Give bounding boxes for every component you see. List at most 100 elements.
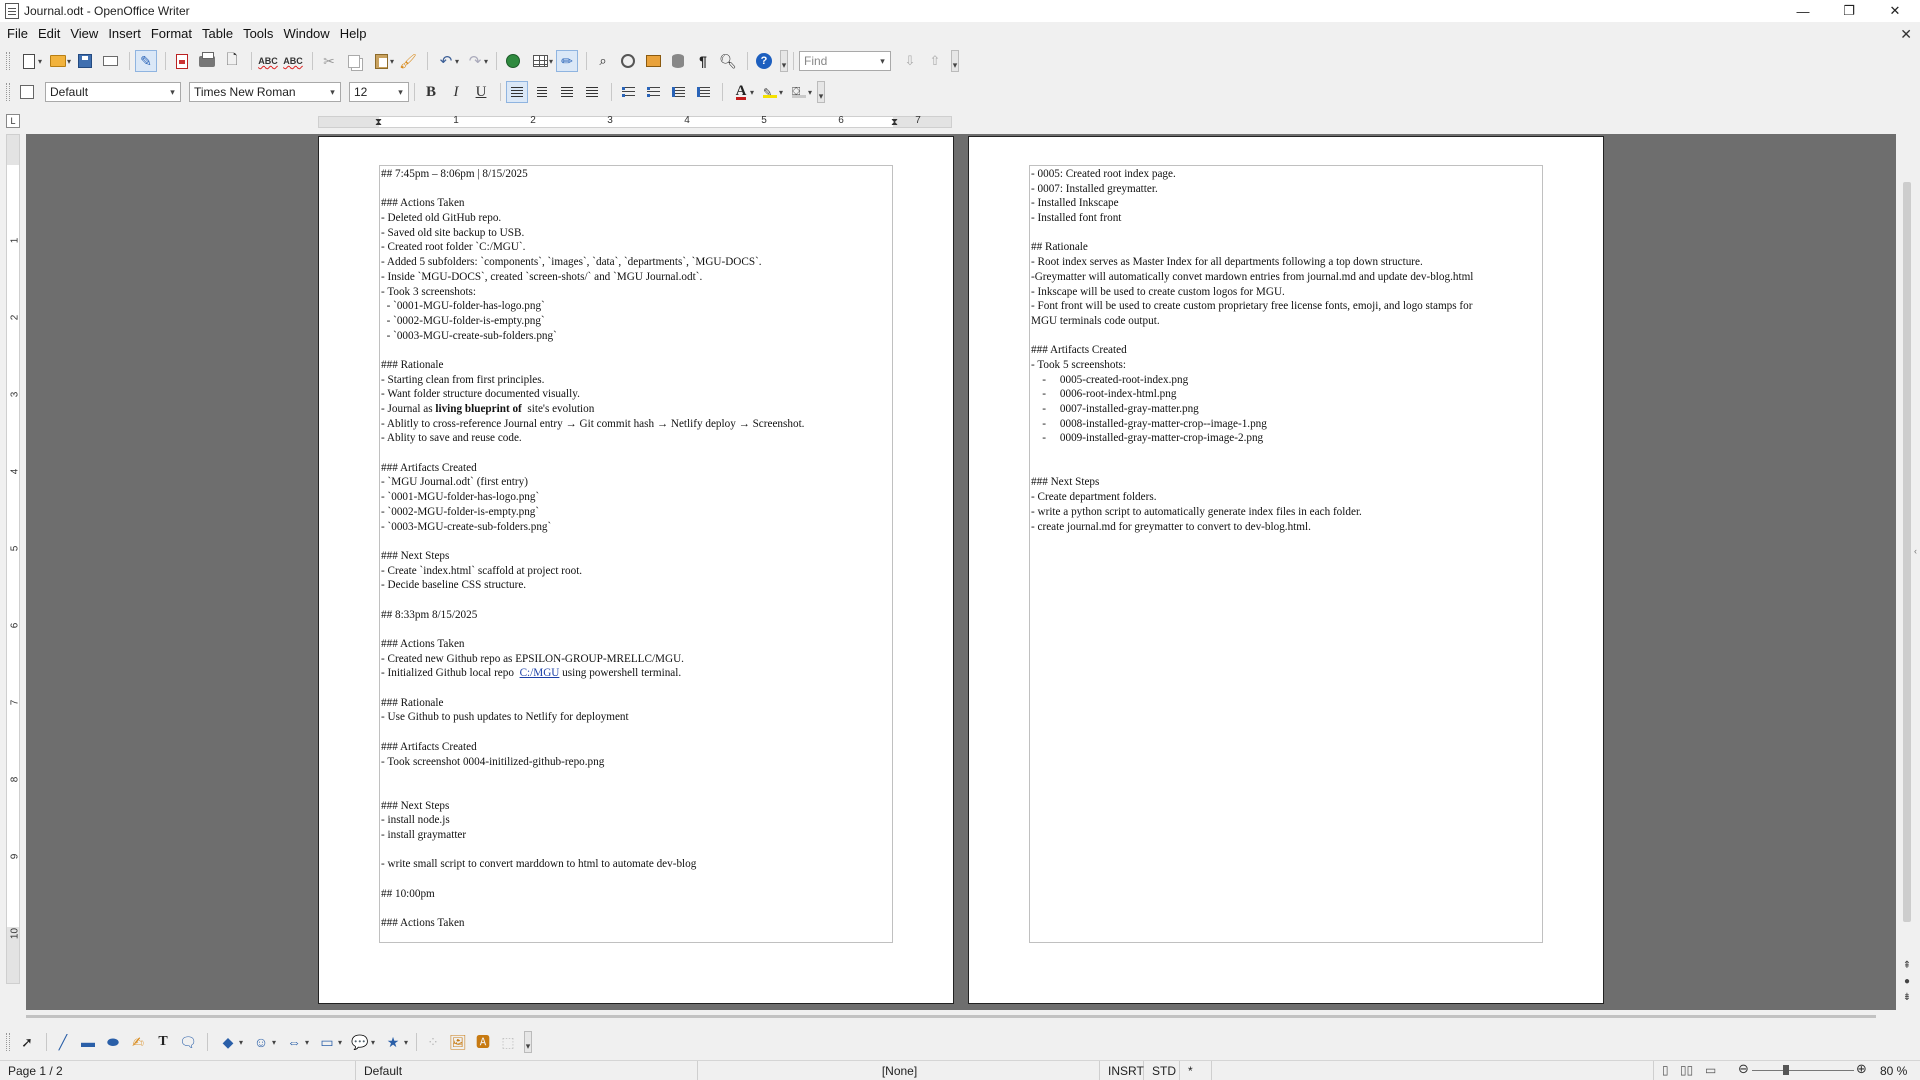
- navigation-dot-icon[interactable]: ●: [1900, 976, 1914, 990]
- zoom-button[interactable]: 🔍︎: [717, 50, 739, 72]
- previous-page-icon[interactable]: ⇞: [1900, 960, 1914, 974]
- clone-formatting-button[interactable]: 🖌: [397, 50, 419, 72]
- save-button[interactable]: [74, 50, 96, 72]
- document-line[interactable]: ### Artifacts Created: [1031, 343, 1543, 358]
- document-line[interactable]: [381, 534, 893, 549]
- document-line[interactable]: - write a python script to automatically…: [1031, 505, 1543, 520]
- ellipse-button[interactable]: ⬬: [102, 1031, 124, 1053]
- text-button[interactable]: T: [152, 1031, 174, 1053]
- drawing-overflow-chevron-icon[interactable]: ▾: [524, 1031, 532, 1053]
- styles-formatting-button[interactable]: [16, 81, 38, 103]
- document-line[interactable]: - 0009-installed-gray-matter-crop-image-…: [1031, 431, 1543, 446]
- document-line[interactable]: - Journal as living blueprint of site's …: [381, 402, 893, 417]
- document-line[interactable]: - 0005-created-root-index.png: [1031, 373, 1543, 388]
- right-indent-marker-icon[interactable]: ⧗: [891, 117, 898, 128]
- document-line[interactable]: - Create `index.html` scaffold at projec…: [381, 564, 893, 579]
- help-button[interactable]: ?: [753, 50, 775, 72]
- document-line[interactable]: - Use Github to push updates to Netlify …: [381, 710, 893, 725]
- page-2-text-body[interactable]: - 0005: Created root index page. - 0007: …: [1031, 167, 1543, 534]
- insert-mode-indicator[interactable]: INSRT: [1102, 1061, 1144, 1080]
- find-dropdown-chevron-icon[interactable]: ▾: [875, 52, 890, 70]
- insert-table-button[interactable]: [527, 50, 553, 72]
- paste-button[interactable]: [368, 50, 394, 72]
- chevron-down-icon[interactable]: ▾: [165, 83, 180, 101]
- document-line[interactable]: - `0001-MGU-folder-has-logo.png`: [381, 490, 893, 505]
- document-line[interactable]: [381, 872, 893, 887]
- vertical-ruler[interactable]: 1 2 3 4 5 6 7 8 9 10: [6, 134, 21, 984]
- document-line[interactable]: - `0002-MGU-folder-is-empty.png`: [381, 314, 893, 329]
- align-left-button[interactable]: [506, 81, 528, 103]
- menu-window[interactable]: Window: [278, 22, 334, 46]
- document-line[interactable]: ### Next Steps: [381, 549, 893, 564]
- document-line[interactable]: [381, 593, 893, 608]
- maximize-button[interactable]: ❐: [1826, 0, 1872, 22]
- book-view-icon[interactable]: ▭: [1705, 1063, 1716, 1077]
- document-line[interactable]: - `0003-MGU-create-sub-folders.png`: [381, 520, 893, 535]
- document-line[interactable]: ### Actions Taken: [381, 196, 893, 211]
- from-file-button[interactable]: 🖼: [447, 1031, 469, 1053]
- document-line[interactable]: - Starting clean from first principles.: [381, 373, 893, 388]
- left-indent-marker-icon[interactable]: ⧗: [375, 117, 382, 128]
- export-pdf-button[interactable]: [171, 50, 193, 72]
- cut-button[interactable]: ✂: [318, 50, 340, 72]
- document-line[interactable]: [381, 843, 893, 858]
- find-toolbar-overflow-chevron-icon[interactable]: ▾: [951, 50, 959, 72]
- freeform-line-button[interactable]: ✍: [127, 1031, 149, 1053]
- block-arrows-button[interactable]: ⇔: [279, 1031, 309, 1053]
- document-line[interactable]: - Took 5 screenshots:: [1031, 358, 1543, 373]
- document-line[interactable]: ### Rationale: [381, 358, 893, 373]
- find-previous-button[interactable]: ⇧: [924, 50, 946, 72]
- select-button[interactable]: ➚: [16, 1031, 38, 1053]
- font-color-button[interactable]: A: [728, 81, 754, 103]
- find-input[interactable]: Find ▾: [799, 51, 891, 71]
- callouts-button[interactable]: 🗨: [177, 1031, 199, 1053]
- align-right-button[interactable]: [556, 81, 578, 103]
- multi-page-view-icon[interactable]: ▯▯: [1680, 1063, 1693, 1077]
- find-next-button[interactable]: ⇩: [899, 50, 921, 72]
- document-line[interactable]: - Installed Inkscape: [1031, 196, 1543, 211]
- document-line[interactable]: ## 7:45pm – 8:06pm | 8/15/2025: [381, 167, 893, 182]
- horizontal-scrollbar[interactable]: [26, 1012, 1884, 1022]
- line-button[interactable]: ╱: [52, 1031, 74, 1053]
- document-line[interactable]: - Want folder structure documented visua…: [381, 387, 893, 402]
- document-line[interactable]: [1031, 226, 1543, 241]
- document-line[interactable]: - `0003-MGU-create-sub-folders.png`: [381, 329, 893, 344]
- document-page-1[interactable]: ## 7:45pm – 8:06pm | 8/15/2025 ### Action…: [318, 136, 954, 1004]
- document-line[interactable]: - install node.js: [381, 813, 893, 828]
- minimize-button[interactable]: —: [1780, 0, 1826, 22]
- document-line[interactable]: - 0008-installed-gray-matter-crop--image…: [1031, 417, 1543, 432]
- document-line[interactable]: - Saved old site backup to USB.: [381, 226, 893, 241]
- symbol-shapes-button[interactable]: ☺: [246, 1031, 276, 1053]
- rectangle-button[interactable]: ▬: [77, 1031, 99, 1053]
- document-line[interactable]: - 0007: Installed greymatter.: [1031, 182, 1543, 197]
- document-line[interactable]: - Inside `MGU-DOCS`, created `screen-sho…: [381, 270, 893, 285]
- chevron-down-icon[interactable]: ▾: [325, 83, 340, 101]
- menu-tools[interactable]: Tools: [238, 22, 278, 46]
- document-line[interactable]: ### Artifacts Created: [381, 461, 893, 476]
- redo-button[interactable]: ↷: [462, 50, 488, 72]
- toolbar-grip[interactable]: [6, 1033, 10, 1051]
- document-line[interactable]: - write small script to convert marddown…: [381, 857, 893, 872]
- auto-spellcheck-button[interactable]: ABC: [282, 50, 304, 72]
- document-line[interactable]: - create journal.md for greymatter to co…: [1031, 520, 1543, 535]
- print-button[interactable]: [196, 50, 218, 72]
- document-line[interactable]: [1031, 329, 1543, 344]
- toolbar-grip[interactable]: [6, 83, 10, 101]
- menu-insert[interactable]: Insert: [103, 22, 146, 46]
- zoom-slider-knob[interactable]: [1783, 1065, 1789, 1075]
- font-size-select[interactable]: 12 ▾: [349, 82, 409, 102]
- toolbar-overflow-chevron-icon[interactable]: ▾: [780, 50, 788, 72]
- hyperlink-button[interactable]: [502, 50, 524, 72]
- page-style-indicator[interactable]: Default: [358, 1061, 698, 1080]
- formatting-overflow-chevron-icon[interactable]: ▾: [817, 81, 825, 103]
- menu-view[interactable]: View: [65, 22, 103, 46]
- font-name-select[interactable]: Times New Roman ▾: [189, 82, 341, 102]
- document-line[interactable]: - Deleted old GitHub repo.: [381, 211, 893, 226]
- extrusion-button[interactable]: ⬚: [497, 1031, 519, 1053]
- highlighting-button[interactable]: ✎: [757, 81, 783, 103]
- document-line[interactable]: ### Next Steps: [1031, 475, 1543, 490]
- navigator-button[interactable]: [617, 50, 639, 72]
- sidebar-collapse-chevron-icon[interactable]: ‹: [1914, 546, 1920, 586]
- bold-button[interactable]: B: [420, 81, 442, 103]
- document-line[interactable]: - Added 5 subfolders: `components`, `ima…: [381, 255, 893, 270]
